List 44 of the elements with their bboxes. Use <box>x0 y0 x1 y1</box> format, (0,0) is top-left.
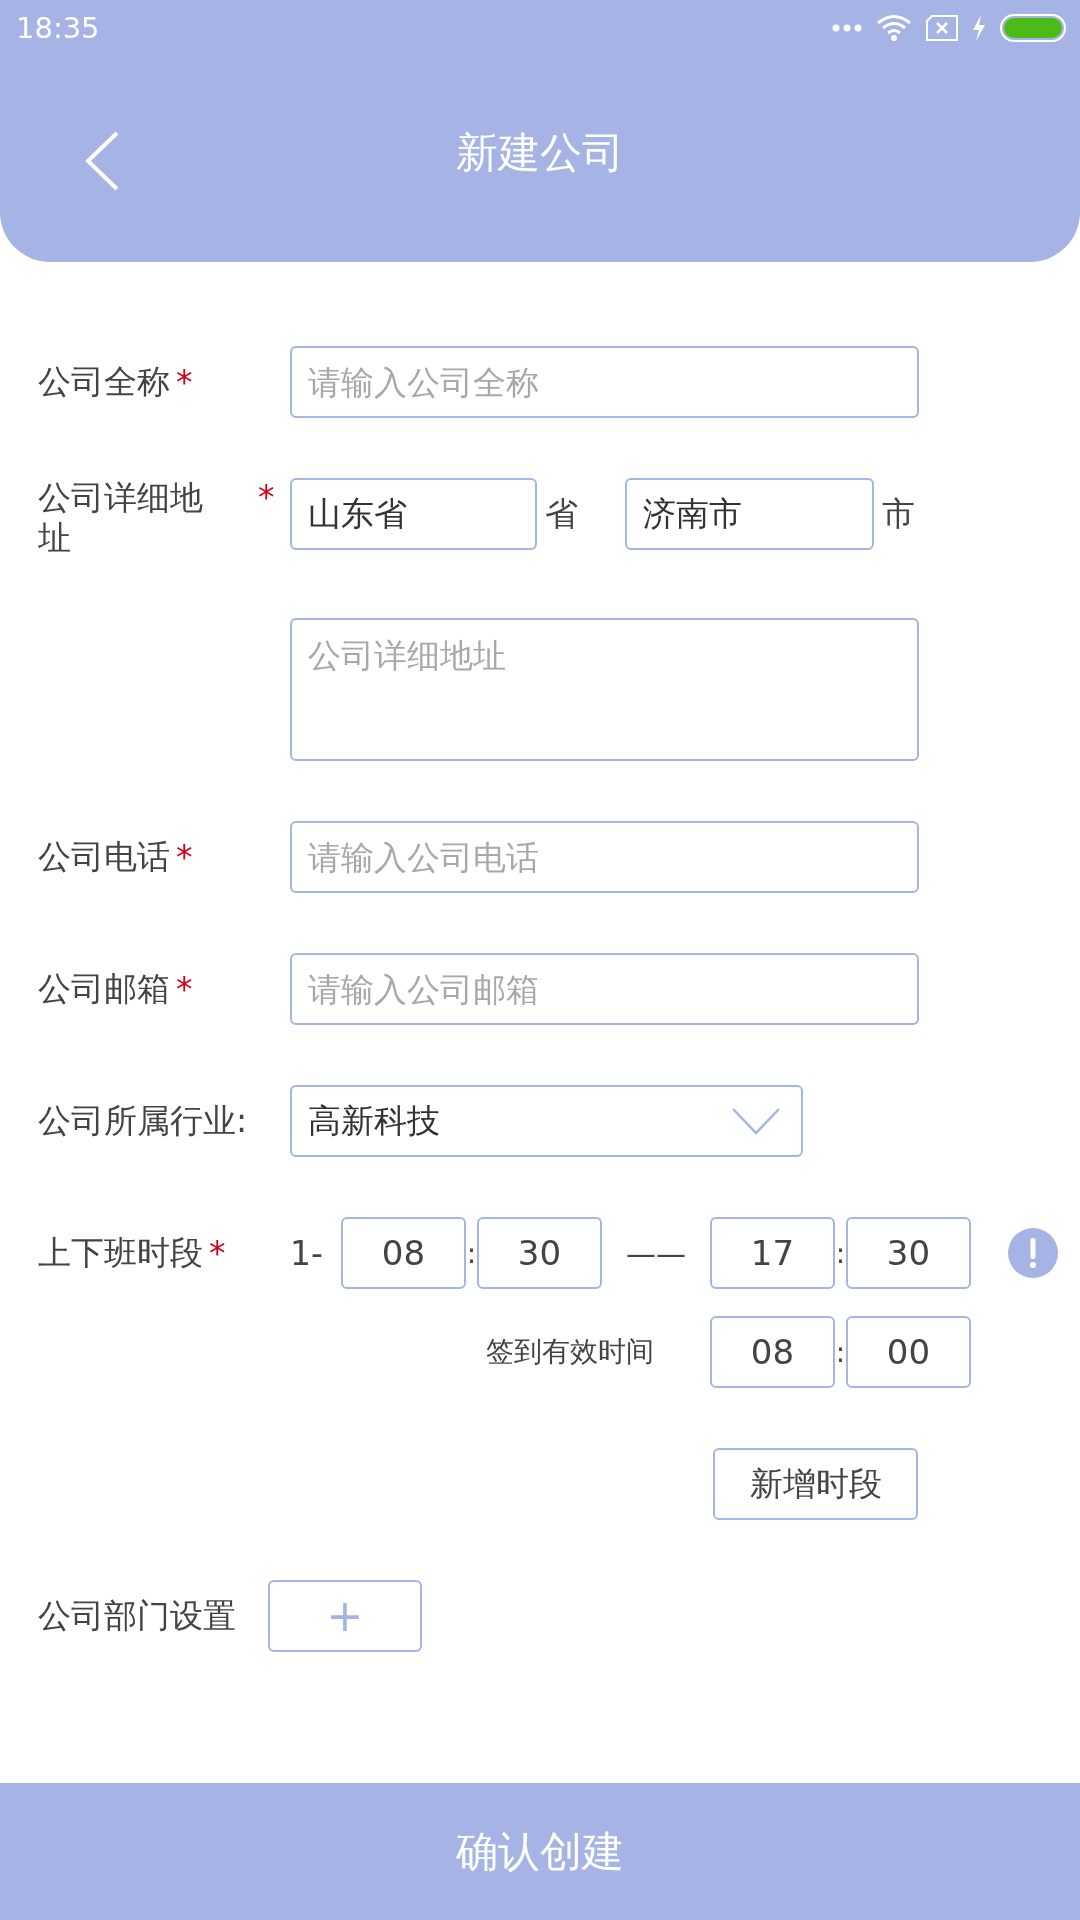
more-dots-icon <box>832 24 862 32</box>
sign-in-label: 签到有效时间 <box>486 1334 654 1370</box>
input-field[interactable]: 请输入公司电话 <box>290 821 919 893</box>
minute-field[interactable]: 30 <box>846 1217 971 1289</box>
field-label: 公司部门设置 <box>38 1594 236 1637</box>
address-field[interactable]: 公司详细地址 <box>290 618 919 761</box>
industry-dropdown[interactable]: 高新科技 <box>290 1085 803 1157</box>
time-colon: : <box>835 1236 846 1270</box>
info-icon[interactable] <box>1008 1228 1058 1278</box>
field-label: 公司电话 <box>38 835 170 878</box>
status-time: 18:35 <box>16 11 100 45</box>
field-label: 公司所属行业: <box>38 1099 248 1142</box>
time-colon: : <box>835 1335 846 1369</box>
charging-icon <box>972 15 986 41</box>
field-label: 公司邮箱 <box>38 967 170 1010</box>
wifi-icon <box>876 14 912 42</box>
province-suffix: 省 <box>544 493 579 535</box>
city-field[interactable]: 济南市 <box>625 478 874 550</box>
back-icon[interactable] <box>84 130 120 192</box>
add-period-button[interactable]: 新增时段 <box>713 1448 918 1520</box>
battery-icon <box>1000 14 1066 42</box>
required-mark: * <box>209 1233 226 1273</box>
input-field[interactable]: 请输入公司邮箱 <box>290 953 919 1025</box>
period-label: 1- <box>290 1233 324 1273</box>
hour-field[interactable]: 08 <box>710 1316 835 1388</box>
page-title: 新建公司 <box>456 127 624 179</box>
input-field[interactable]: 请输入公司全称 <box>290 346 919 418</box>
city-suffix: 市 <box>881 493 916 535</box>
time-colon: : <box>466 1236 477 1270</box>
province-field[interactable]: 山东省 <box>290 478 537 550</box>
field-label: 公司详细地址 <box>38 478 204 558</box>
required-mark: * <box>258 478 275 517</box>
field-label: 公司全称 <box>38 360 170 403</box>
hour-field[interactable]: 17 <box>710 1217 835 1289</box>
minute-field[interactable]: 30 <box>477 1217 602 1289</box>
field-label: 上下班时段 <box>38 1231 203 1274</box>
chevron-down-icon <box>731 1107 781 1135</box>
time-separator: —— <box>625 1235 687 1271</box>
required-mark: * <box>176 969 193 1009</box>
hour-field[interactable]: 08 <box>341 1217 466 1289</box>
minute-field[interactable]: 00 <box>846 1316 971 1388</box>
required-mark: * <box>176 837 193 877</box>
required-mark: * <box>176 362 193 402</box>
sim-card-icon <box>926 15 958 41</box>
